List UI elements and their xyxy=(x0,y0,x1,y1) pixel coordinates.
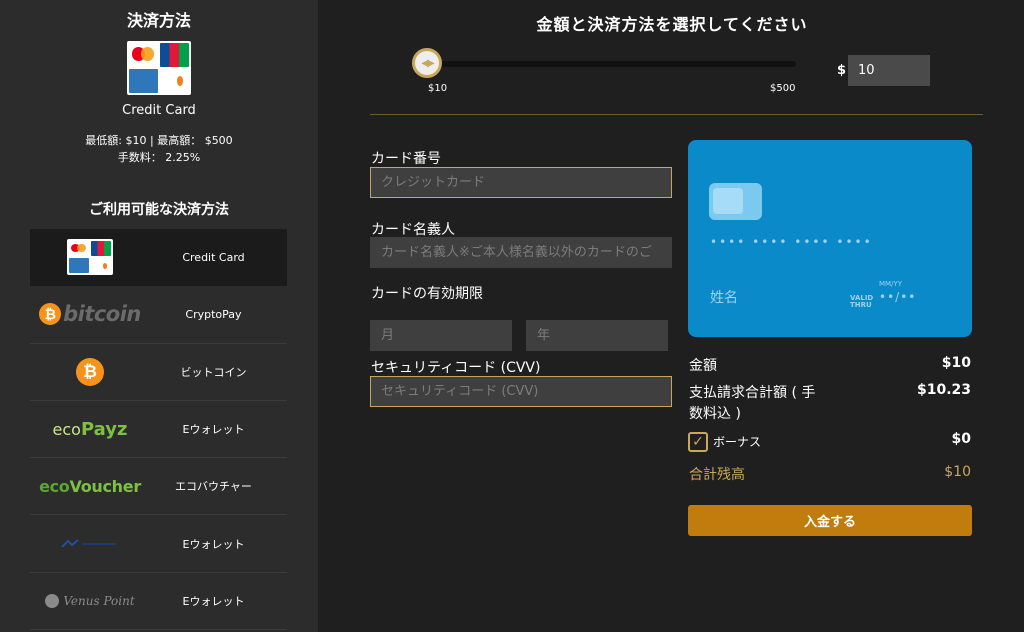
total-label-line2: 数料込 ) xyxy=(689,406,741,422)
section-divider xyxy=(370,114,983,115)
expiry-month-input[interactable] xyxy=(370,320,512,351)
method-fee: 手数料： 2.25% xyxy=(117,151,201,164)
payment-method-list: Credit Card ₿ bitcoin CryptoPay ₿ ビットコイン … xyxy=(30,229,287,631)
amount-slider-track[interactable] xyxy=(426,61,796,67)
card-preview-name: 姓名 xyxy=(710,290,738,306)
bonus-checkbox[interactable]: ✓ xyxy=(688,432,708,452)
credit-card-logos-icon xyxy=(127,41,191,95)
card-preview-valid-thru: VALID THRU xyxy=(850,294,874,309)
deposit-button[interactable]: 入金する xyxy=(688,505,972,536)
amount-input[interactable] xyxy=(848,55,930,86)
expiry-label: カードの有効期限 xyxy=(371,286,483,302)
payment-sidebar: 決済方法 Credit Card 最低額: $10 | 最高額： $500 手数… xyxy=(0,0,318,632)
method-limits: 最低額: $10 | 最高額： $500 xyxy=(85,134,233,147)
card-holder-label: カード名義人 xyxy=(371,222,455,238)
amount-label: 金額 xyxy=(689,358,717,374)
method-label: Eウォレット xyxy=(182,537,245,551)
venuspoint-logo-icon: Venus Point xyxy=(45,593,135,608)
slider-min-label: $10 xyxy=(428,83,448,94)
sidebar-title: 決済方法 xyxy=(126,11,191,30)
currency-symbol: $ xyxy=(837,63,847,78)
card-preview: •••• •••• •••• •••• 姓名 VALID THRU MM/YY … xyxy=(688,140,972,337)
method-label: エコバウチャー xyxy=(175,480,252,494)
slider-arrows-icon: ◀▶ xyxy=(421,57,434,69)
checkmark-icon: ✓ xyxy=(692,434,704,450)
credit-card-logos-icon xyxy=(67,239,113,276)
method-label: Eウォレット xyxy=(182,423,245,437)
available-methods-title: ご利用可能な決済方法 xyxy=(89,202,229,218)
ecopayz-logo-icon: ecoPayz xyxy=(52,418,128,440)
ecovoucher-logo-icon: ecoVoucher xyxy=(39,476,141,496)
cvv-input[interactable] xyxy=(370,376,672,407)
method-label: ビットコイン xyxy=(180,365,247,379)
selected-method-name: Credit Card xyxy=(122,103,196,118)
bonus-label: ボーナス xyxy=(713,435,762,449)
balance-label: 合計残高 xyxy=(689,467,745,483)
wallet-logo-icon xyxy=(60,538,120,550)
card-holder-input[interactable] xyxy=(370,237,672,268)
deposit-page: 決済方法 Credit Card 最低額: $10 | 最高額： $500 手数… xyxy=(0,0,1024,632)
bonus-value: $0 xyxy=(951,431,971,447)
card-chip-icon xyxy=(709,183,762,220)
method-ewallet[interactable]: Eウォレット xyxy=(30,515,287,573)
method-credit-card[interactable]: Credit Card xyxy=(30,229,287,287)
card-preview-number: •••• •••• •••• •••• xyxy=(710,235,873,249)
card-number-input[interactable] xyxy=(370,167,672,198)
total-label-line1: 支払請求合計額 ( 手 xyxy=(689,385,816,401)
method-ecovoucher[interactable]: ecoVoucher エコバウチャー xyxy=(30,458,287,516)
method-ecopayz[interactable]: ecoPayz Eウォレット xyxy=(30,401,287,459)
expiry-year-input[interactable] xyxy=(526,320,668,351)
bitcoin-icon: ₿ xyxy=(76,357,104,386)
method-label: CryptoPay xyxy=(185,307,242,321)
card-number-label: カード番号 xyxy=(371,151,441,167)
cvv-label: セキュリティコード (CVV) xyxy=(371,360,541,376)
card-preview-expiry: ••/•• xyxy=(879,290,917,304)
slider-max-label: $500 xyxy=(770,83,796,94)
method-label: Eウォレット xyxy=(182,594,245,608)
amount-slider-handle[interactable]: ◀▶ xyxy=(412,48,442,78)
method-venuspoint[interactable]: Venus Point Eウォレット xyxy=(30,573,287,631)
method-cryptopay[interactable]: ₿ bitcoin CryptoPay xyxy=(30,286,287,344)
amount-value: $10 xyxy=(941,355,971,371)
balance-value: $10 xyxy=(944,464,971,480)
card-preview-mmyy: MM/YY xyxy=(879,280,902,288)
method-label: Credit Card xyxy=(182,250,245,264)
total-value: $10.23 xyxy=(916,382,971,398)
method-bitcoin[interactable]: ₿ ビットコイン xyxy=(30,344,287,401)
bitcoin-wordmark-icon: ₿ bitcoin xyxy=(39,302,141,326)
page-title: 金額と決済方法を選択してください xyxy=(536,15,808,34)
